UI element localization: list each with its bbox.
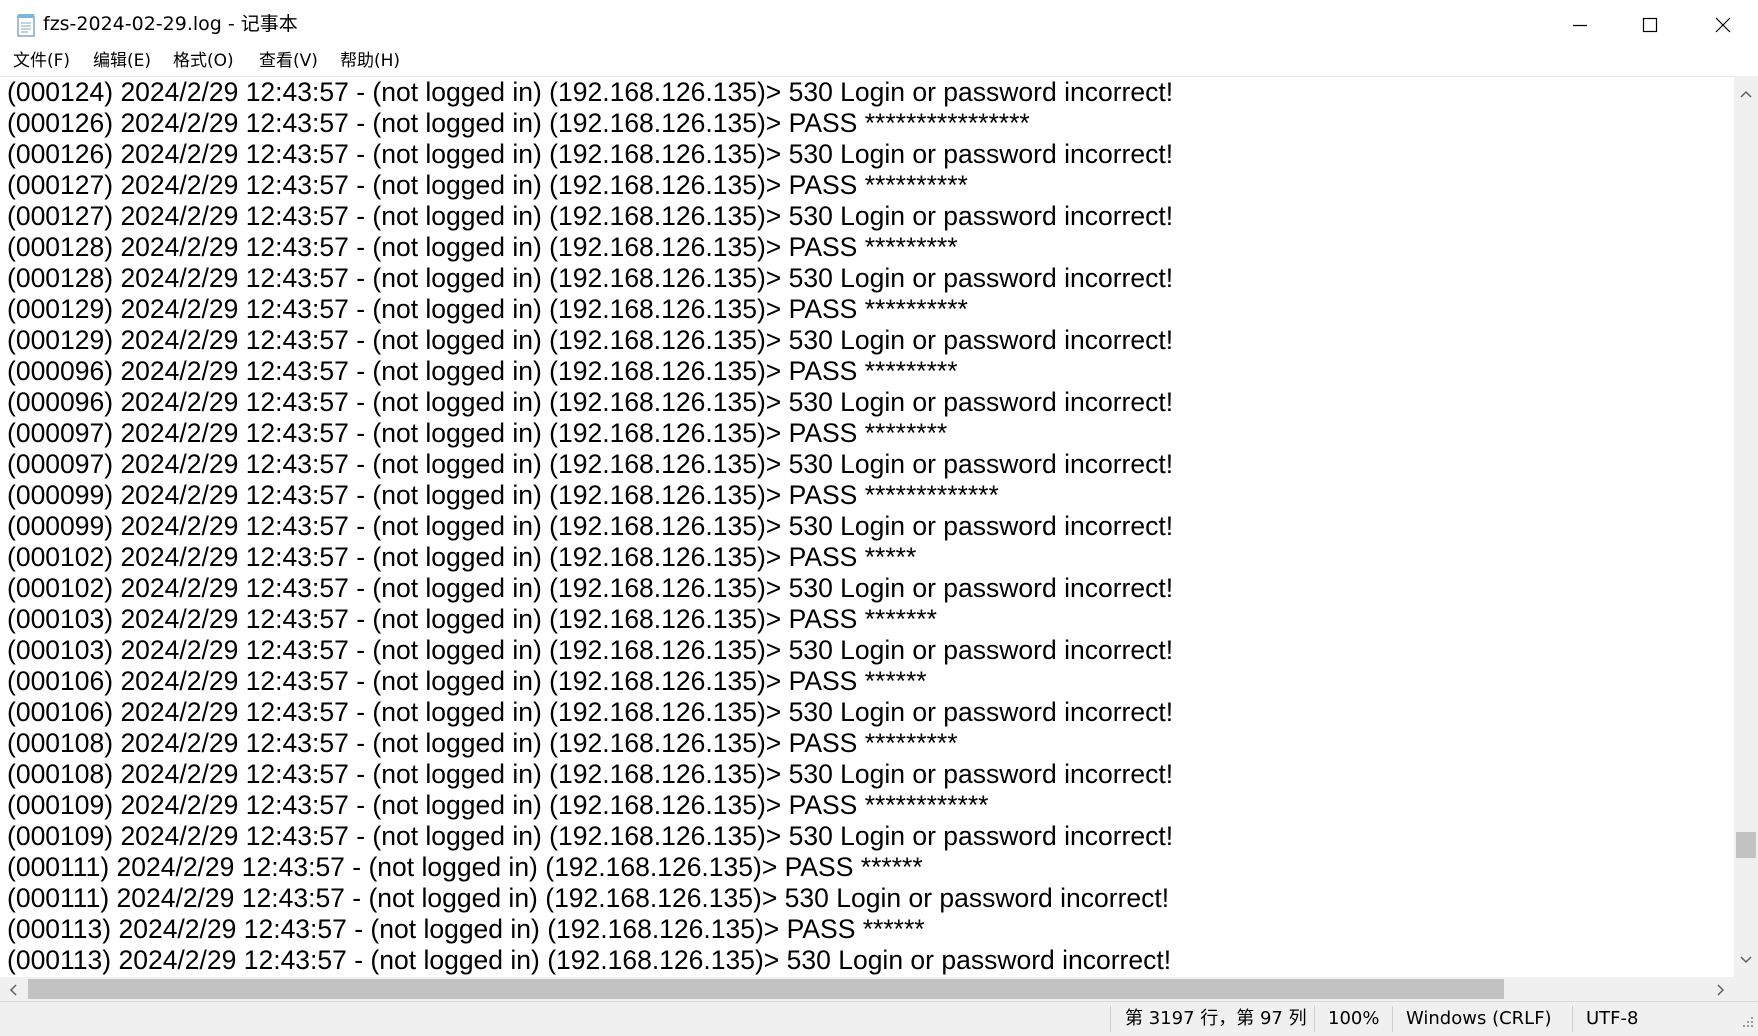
close-button[interactable] — [1688, 0, 1758, 50]
window-title: fzs-2024-02-29.log - 记事本 — [43, 13, 298, 35]
log-line: (000096) 2024/2/29 12:43:57 - (not logge… — [7, 387, 1174, 417]
horizontal-scrollbar[interactable] — [0, 977, 1734, 1001]
text-editor[interactable]: (000124) 2024/2/29 12:43:57 - (not logge… — [0, 76, 1734, 977]
log-line: (000109) 2024/2/29 12:43:57 - (not logge… — [7, 790, 989, 820]
log-line: (000106) 2024/2/29 12:43:57 - (not logge… — [7, 697, 1174, 727]
close-icon — [1715, 17, 1731, 33]
log-line: (000102) 2024/2/29 12:43:57 - (not logge… — [7, 573, 1174, 603]
menu-view[interactable]: 查看(V) — [259, 50, 318, 76]
status-bar: 第 3197 行，第 97 列 100% Windows (CRLF) UTF-… — [0, 1001, 1758, 1036]
log-line: (000129) 2024/2/29 12:43:57 - (not logge… — [7, 325, 1174, 355]
scroll-up-icon[interactable] — [1739, 84, 1753, 103]
status-separator — [1110, 1006, 1111, 1032]
log-line: (000097) 2024/2/29 12:43:57 - (not logge… — [7, 449, 1174, 479]
status-separator — [1572, 1006, 1573, 1032]
log-line: (000108) 2024/2/29 12:43:57 - (not logge… — [7, 728, 958, 758]
log-line: (000099) 2024/2/29 12:43:57 - (not logge… — [7, 480, 999, 510]
status-cursor-position: 第 3197 行，第 97 列 — [1125, 1008, 1307, 1029]
log-line: (000129) 2024/2/29 12:43:57 - (not logge… — [7, 294, 968, 324]
menu-format[interactable]: 格式(O) — [173, 50, 234, 76]
status-separator — [1392, 1006, 1393, 1032]
vertical-scrollbar[interactable] — [1734, 76, 1758, 977]
status-zoom: 100% — [1328, 1008, 1380, 1029]
resize-grip-icon[interactable] — [1742, 1013, 1754, 1032]
horizontal-scroll-thumb[interactable] — [28, 979, 1504, 999]
maximize-icon — [1642, 17, 1658, 33]
log-line: (000103) 2024/2/29 12:43:57 - (not logge… — [7, 635, 1174, 665]
menu-bar: 文件(F) 编辑(E) 格式(O) 查看(V) 帮助(H) — [0, 50, 1758, 76]
log-line: (000099) 2024/2/29 12:43:57 - (not logge… — [7, 511, 1174, 541]
menu-edit[interactable]: 编辑(E) — [93, 50, 151, 76]
log-line: (000096) 2024/2/29 12:43:57 - (not logge… — [7, 356, 958, 386]
scroll-down-icon[interactable] — [1739, 950, 1753, 969]
log-line: (000124) 2024/2/29 12:43:57 - (not logge… — [7, 77, 1174, 107]
log-line: (000127) 2024/2/29 12:43:57 - (not logge… — [7, 201, 1174, 231]
notepad-window: fzs-2024-02-29.log - 记事本 文件(F) 编辑(E) 格式(… — [0, 0, 1758, 1036]
log-line: (000126) 2024/2/29 12:43:57 - (not logge… — [7, 108, 1030, 138]
status-line-ending: Windows (CRLF) — [1406, 1008, 1552, 1029]
log-line: (000126) 2024/2/29 12:43:57 - (not logge… — [7, 139, 1174, 169]
log-line: (000102) 2024/2/29 12:43:57 - (not logge… — [7, 542, 917, 572]
log-line: (000108) 2024/2/29 12:43:57 - (not logge… — [7, 759, 1174, 789]
menu-file[interactable]: 文件(F) — [13, 50, 70, 76]
log-line: (000111) 2024/2/29 12:43:57 - (not logge… — [7, 883, 1170, 913]
status-separator — [1314, 1006, 1315, 1032]
log-line: (000128) 2024/2/29 12:43:57 - (not logge… — [7, 232, 958, 262]
status-encoding: UTF-8 — [1586, 1008, 1639, 1029]
scroll-right-icon[interactable] — [1716, 982, 1726, 1001]
title-bar[interactable]: fzs-2024-02-29.log - 记事本 — [0, 0, 1758, 50]
log-line: (000106) 2024/2/29 12:43:57 - (not logge… — [7, 666, 927, 696]
scroll-left-icon[interactable] — [8, 982, 18, 1001]
minimize-button[interactable] — [1545, 0, 1615, 50]
log-line: (000113) 2024/2/29 12:43:57 - (not logge… — [7, 914, 925, 944]
maximize-button[interactable] — [1615, 0, 1685, 50]
scrollbar-corner — [1734, 977, 1758, 1001]
minimize-icon — [1572, 17, 1588, 33]
log-line: (000109) 2024/2/29 12:43:57 - (not logge… — [7, 821, 1174, 851]
log-line: (000127) 2024/2/29 12:43:57 - (not logge… — [7, 170, 968, 200]
log-line: (000097) 2024/2/29 12:43:57 - (not logge… — [7, 418, 948, 448]
log-line: (000103) 2024/2/29 12:43:57 - (not logge… — [7, 604, 937, 634]
log-line: (000111) 2024/2/29 12:43:57 - (not logge… — [7, 852, 923, 882]
vertical-scroll-thumb[interactable] — [1736, 832, 1756, 858]
menu-help[interactable]: 帮助(H) — [340, 50, 400, 76]
log-line: (000113) 2024/2/29 12:43:57 - (not logge… — [7, 945, 1172, 975]
log-line: (000128) 2024/2/29 12:43:57 - (not logge… — [7, 263, 1174, 293]
notepad-icon — [16, 13, 36, 37]
